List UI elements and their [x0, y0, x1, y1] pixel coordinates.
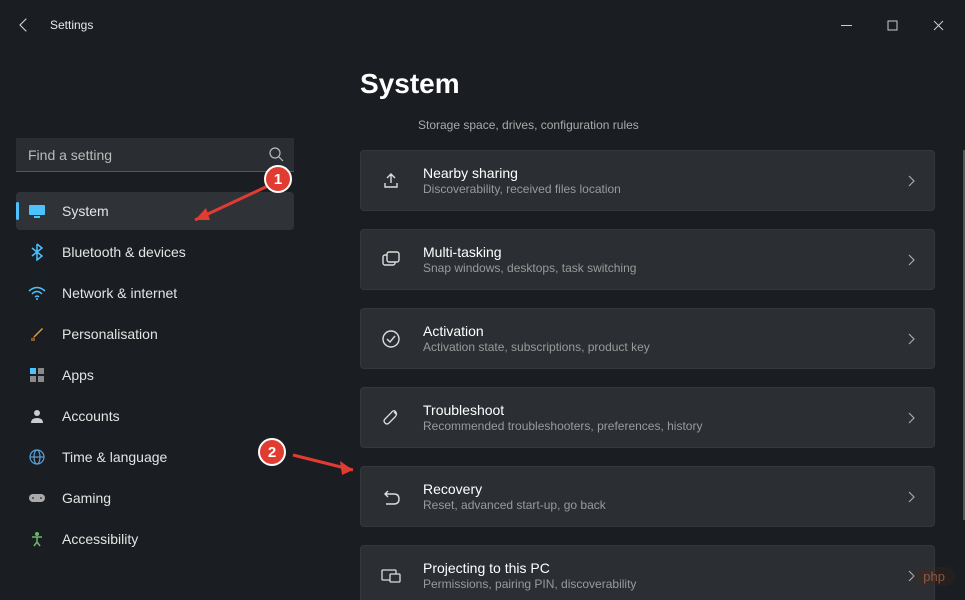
card-desc: Discoverability, received files location — [423, 182, 906, 196]
card-desc: Snap windows, desktops, task switching — [423, 261, 906, 275]
person-icon — [28, 407, 46, 425]
annotation-arrow-2 — [288, 450, 368, 480]
card-title: Projecting to this PC — [423, 560, 906, 576]
sidebar-item-label: Accounts — [62, 408, 120, 424]
sidebar-item-label: Time & language — [62, 449, 167, 465]
card-text: Troubleshoot Recommended troubleshooters… — [423, 402, 906, 433]
card-multitasking[interactable]: Multi-tasking Snap windows, desktops, ta… — [360, 229, 935, 290]
card-desc: Permissions, pairing PIN, discoverabilit… — [423, 577, 906, 591]
minimize-icon — [841, 20, 852, 31]
apps-icon — [28, 366, 46, 384]
card-text: Projecting to this PC Permissions, pairi… — [423, 560, 906, 591]
trailing-desc: Storage space, drives, configuration rul… — [418, 118, 935, 132]
card-title: Recovery — [423, 481, 906, 497]
card-activation[interactable]: Activation Activation state, subscriptio… — [360, 308, 935, 369]
sidebar-item-apps[interactable]: Apps — [16, 356, 294, 394]
card-desc: Activation state, subscriptions, product… — [423, 340, 906, 354]
project-icon — [379, 564, 403, 588]
card-troubleshoot[interactable]: Troubleshoot Recommended troubleshooters… — [360, 387, 935, 448]
sidebar-item-label: Gaming — [62, 490, 111, 506]
search-input[interactable] — [16, 138, 294, 172]
titlebar: Settings — [0, 0, 965, 50]
sidebar: System Bluetooth & devices Network & int… — [0, 50, 310, 600]
window-controls — [823, 5, 961, 45]
search-icon — [268, 146, 284, 162]
back-arrow-icon — [16, 17, 32, 33]
back-button[interactable] — [4, 5, 44, 45]
sidebar-item-label: Accessibility — [62, 531, 138, 547]
chevron-right-icon — [906, 490, 916, 504]
watermark: php — [913, 567, 955, 586]
card-text: Activation Activation state, subscriptio… — [423, 323, 906, 354]
wrench-icon — [379, 406, 403, 430]
brush-icon — [28, 325, 46, 343]
annotation-badge-2: 2 — [258, 438, 286, 466]
card-text: Recovery Reset, advanced start-up, go ba… — [423, 481, 906, 512]
sidebar-item-label: Bluetooth & devices — [62, 244, 186, 260]
gamepad-icon — [28, 489, 46, 507]
sidebar-item-bluetooth[interactable]: Bluetooth & devices — [16, 233, 294, 271]
maximize-button[interactable] — [869, 5, 915, 45]
card-title: Troubleshoot — [423, 402, 906, 418]
main-content: System Storage space, drives, configurat… — [310, 50, 965, 600]
card-desc: Recommended troubleshooters, preferences… — [423, 419, 906, 433]
sidebar-item-accessibility[interactable]: Accessibility — [16, 520, 294, 558]
window-title: Settings — [50, 18, 93, 32]
annotation-arrow-1 — [180, 180, 280, 230]
card-title: Activation — [423, 323, 906, 339]
page-title: System — [360, 68, 935, 100]
multitask-icon — [379, 248, 403, 272]
sidebar-item-label: Network & internet — [62, 285, 177, 301]
minimize-button[interactable] — [823, 5, 869, 45]
sidebar-item-network[interactable]: Network & internet — [16, 274, 294, 312]
wifi-icon — [28, 284, 46, 302]
close-button[interactable] — [915, 5, 961, 45]
chevron-right-icon — [906, 332, 916, 346]
accessibility-icon — [28, 530, 46, 548]
sidebar-item-personalisation[interactable]: Personalisation — [16, 315, 294, 353]
recovery-icon — [379, 485, 403, 509]
card-text: Multi-tasking Snap windows, desktops, ta… — [423, 244, 906, 275]
chevron-right-icon — [906, 174, 916, 188]
bluetooth-icon — [28, 243, 46, 261]
close-icon — [933, 20, 944, 31]
sidebar-item-accounts[interactable]: Accounts — [16, 397, 294, 435]
nav-list: System Bluetooth & devices Network & int… — [16, 192, 294, 558]
search-box — [16, 138, 294, 172]
sidebar-item-label: System — [62, 203, 109, 219]
share-icon — [379, 169, 403, 193]
sidebar-item-label: Apps — [62, 367, 94, 383]
maximize-icon — [887, 20, 898, 31]
card-projecting[interactable]: Projecting to this PC Permissions, pairi… — [360, 545, 935, 600]
sidebar-item-label: Personalisation — [62, 326, 158, 342]
card-recovery[interactable]: Recovery Reset, advanced start-up, go ba… — [360, 466, 935, 527]
sidebar-item-time-language[interactable]: Time & language — [16, 438, 294, 476]
card-nearby-sharing[interactable]: Nearby sharing Discoverability, received… — [360, 150, 935, 211]
sidebar-item-gaming[interactable]: Gaming — [16, 479, 294, 517]
display-icon — [28, 202, 46, 220]
annotation-badge-1: 1 — [264, 165, 292, 193]
chevron-right-icon — [906, 253, 916, 267]
card-title: Multi-tasking — [423, 244, 906, 260]
card-text: Nearby sharing Discoverability, received… — [423, 165, 906, 196]
chevron-right-icon — [906, 411, 916, 425]
card-title: Nearby sharing — [423, 165, 906, 181]
globe-icon — [28, 448, 46, 466]
check-circle-icon — [379, 327, 403, 351]
card-desc: Reset, advanced start-up, go back — [423, 498, 906, 512]
